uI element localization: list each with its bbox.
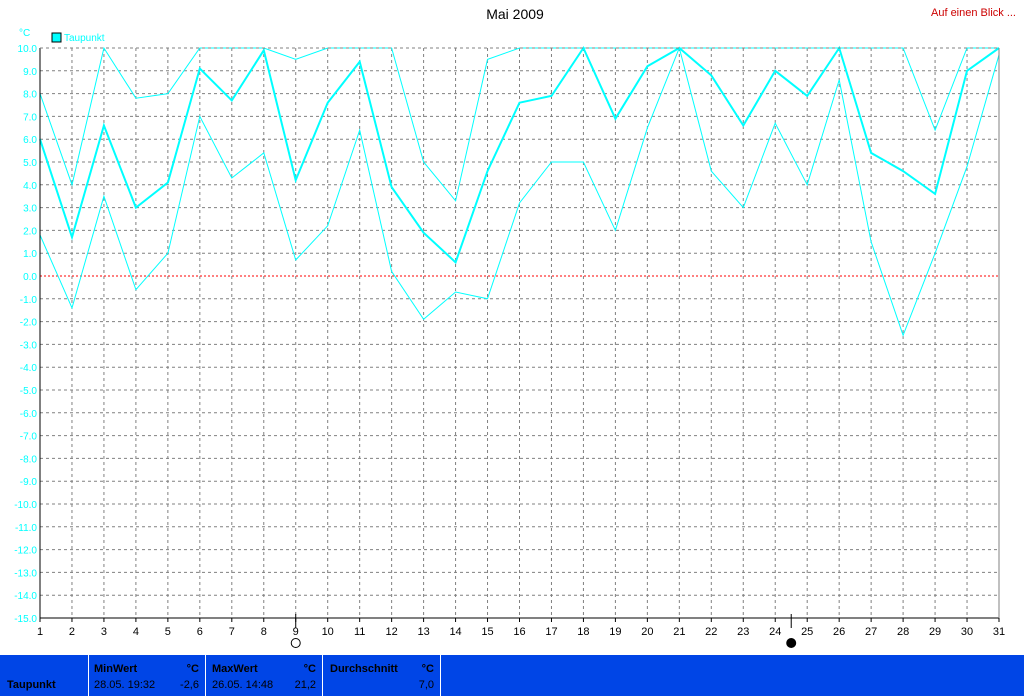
footer-series-cell: Taupunkt — [0, 655, 88, 696]
x-tick-label: 12 — [386, 626, 398, 638]
y-tick-label: 1.0 — [23, 249, 37, 260]
min-stat-datetime: 28.05. 19:32 — [94, 679, 156, 691]
y-tick-label: -3.0 — [20, 340, 38, 351]
y-tick-label: 2.0 — [23, 226, 37, 237]
x-tick-label: 7 — [229, 626, 235, 638]
legend-label: Taupunkt — [64, 33, 105, 44]
min-stat-value: -2,6 — [180, 679, 199, 691]
x-tick-label: 23 — [737, 626, 749, 638]
x-tick-label: 13 — [417, 626, 429, 638]
x-tick-label: 8 — [261, 626, 267, 638]
x-tick-label: 25 — [801, 626, 813, 638]
y-tick-label: -7.0 — [20, 432, 38, 443]
y-tick-label: 6.0 — [23, 135, 37, 146]
y-tick-label: -4.0 — [20, 363, 38, 374]
x-tick-label: 31 — [993, 626, 1005, 638]
y-tick-label: -15.0 — [14, 614, 37, 625]
y-tick-label: -1.0 — [20, 295, 38, 306]
y-unit-label: °C — [19, 28, 30, 39]
x-tick-label: 3 — [101, 626, 107, 638]
full-moon-icon — [290, 638, 301, 648]
x-tick-label: 19 — [609, 626, 621, 638]
x-tick-label: 30 — [961, 626, 973, 638]
stats-footer: Taupunkt MinWert °C 28.05. 19:32 -2,6 Ma… — [0, 655, 1024, 696]
x-tick-label: 4 — [133, 626, 139, 638]
min-stat-unit: °C — [186, 663, 199, 675]
avg-stat-unit: °C — [421, 663, 434, 675]
y-tick-label: -10.0 — [14, 500, 37, 511]
y-tick-label: -5.0 — [20, 386, 38, 397]
y-tick-label: 10.0 — [18, 44, 38, 55]
x-tick-label: 21 — [673, 626, 685, 638]
y-tick-label: 0.0 — [23, 272, 37, 283]
y-tick-label: 5.0 — [23, 158, 37, 169]
y-tick-label: -9.0 — [20, 477, 38, 488]
x-tick-label: 15 — [481, 626, 493, 638]
y-tick-label: 3.0 — [23, 204, 37, 215]
min-stat-label: MinWert — [94, 663, 138, 675]
x-tick-label: 24 — [769, 626, 781, 638]
new-moon-icon — [786, 638, 797, 648]
x-tick-label: 11 — [354, 626, 365, 638]
min-stat: MinWert °C 28.05. 19:32 -2,6 — [89, 655, 205, 696]
avg-stat: Durchschnitt °C 7,0 — [323, 655, 440, 696]
y-tick-label: -8.0 — [20, 454, 38, 465]
legend-swatch — [51, 32, 62, 43]
avg-stat-label: Durchschnitt — [330, 663, 398, 675]
x-tick-label: 22 — [705, 626, 717, 638]
x-tick-label: 2 — [69, 626, 75, 638]
x-tick-label: 18 — [577, 626, 589, 638]
avg-stat-value: 7,0 — [418, 679, 434, 691]
y-tick-label: -6.0 — [20, 409, 38, 420]
x-tick-label: 29 — [929, 626, 941, 638]
y-tick-label: -11.0 — [15, 523, 37, 534]
y-tick-label: -13.0 — [14, 568, 37, 579]
x-tick-label: 17 — [545, 626, 557, 638]
y-tick-label: 7.0 — [23, 112, 37, 123]
x-tick-label: 28 — [897, 626, 909, 638]
x-tick-label: 27 — [865, 626, 877, 638]
x-tick-label: 16 — [513, 626, 525, 638]
max-stat-datetime: 26.05. 14:48 — [212, 679, 274, 691]
max-stat: MaxWert °C 26.05. 14:48 21,2 — [206, 655, 322, 696]
x-tick-label: 20 — [641, 626, 653, 638]
x-tick-label: 1 — [37, 626, 43, 638]
y-tick-label: 9.0 — [23, 67, 37, 78]
footer-series-label: Taupunkt — [7, 679, 56, 691]
max-stat-value: 21,2 — [294, 679, 316, 691]
x-tick-label: 6 — [197, 626, 203, 638]
y-tick-label: -14.0 — [14, 591, 37, 602]
y-tick-label: 4.0 — [23, 181, 37, 192]
y-tick-label: -2.0 — [20, 318, 38, 329]
x-tick-label: 26 — [833, 626, 845, 638]
x-tick-label: 10 — [322, 626, 334, 638]
chart-area: -15.0 -14.0 -13.0 -12.0 -11.0 -10.0 -9.0 -8.0 -7… — [14, 28, 1005, 648]
x-tick-label: 14 — [449, 626, 461, 638]
x-tick-label: 5 — [165, 626, 171, 638]
y-tick-label: 8.0 — [23, 90, 37, 101]
y-tick-label: -12.0 — [14, 546, 37, 557]
max-stat-label: MaxWert — [212, 663, 258, 675]
max-stat-unit: °C — [303, 663, 316, 675]
